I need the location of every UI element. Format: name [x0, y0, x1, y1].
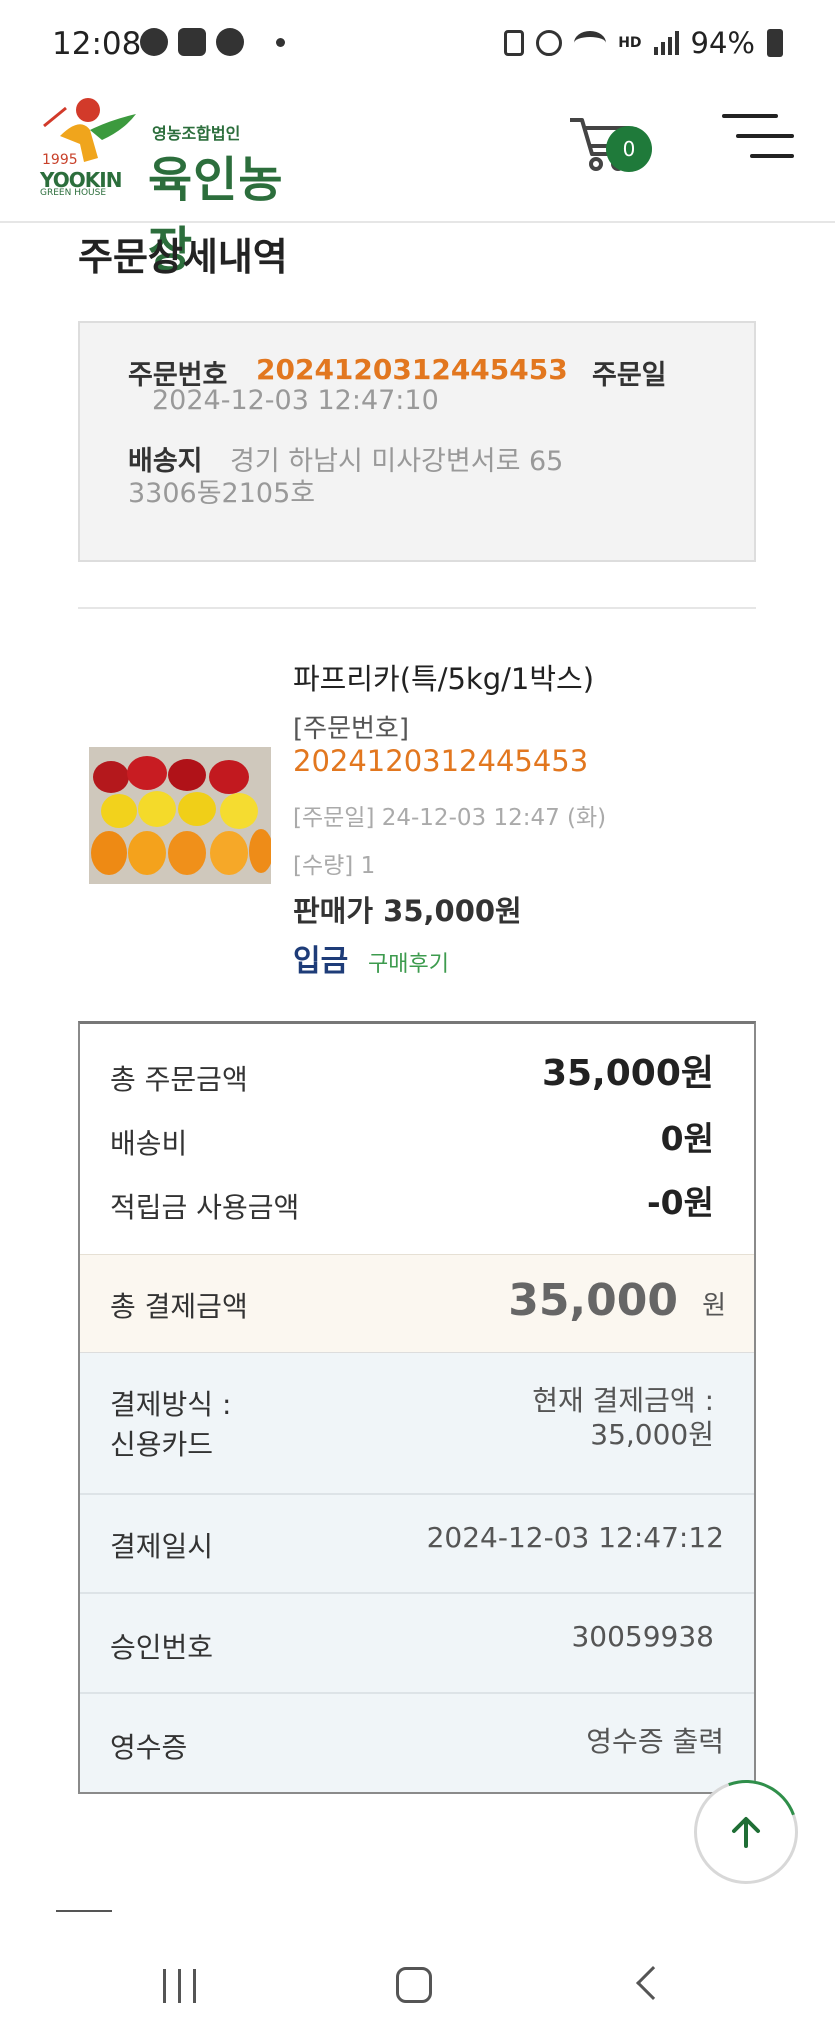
product-price: 판매가 35,000원 — [293, 894, 522, 928]
status-time: 12:08 — [52, 26, 142, 62]
recent-apps-icon[interactable] — [163, 1969, 196, 2003]
total-payment-label: 총 결제금액 — [110, 1290, 248, 1323]
logo-year: 1995 — [42, 152, 78, 168]
android-nav-bar — [0, 1941, 835, 2041]
battery-saver-icon — [504, 30, 525, 56]
menu-line-icon — [750, 154, 794, 158]
site-header: 1995 YOOKIN GREEN HOUSE 영농조합법인 육인농장 0 — [0, 88, 835, 278]
approval-label: 승인번호 — [110, 1631, 214, 1664]
cart-count-badge: 0 — [606, 126, 652, 172]
total-payment-row: 총 결제금액 35,000 원 — [80, 1254, 754, 1353]
arrow-up-icon — [732, 1817, 760, 1848]
paprika-image-icon — [89, 747, 271, 884]
total-order-label: 총 주문금액 — [110, 1063, 248, 1096]
system-icons: HD 94% — [504, 26, 783, 60]
brand-logo[interactable]: 1995 YOOKIN GREEN HOUSE 영농조합법인 육인농장 — [40, 96, 320, 278]
back-icon[interactable] — [636, 1966, 670, 2000]
product-order-date: [주문일] 24-12-03 12:47 (화) — [293, 805, 607, 831]
paid-at-value: 2024-12-03 12:47:12 — [426, 1521, 724, 1554]
gallery-icon — [178, 28, 206, 56]
total-order-value: 35,000원 — [541, 1053, 714, 1094]
product-title[interactable]: 파프리카(특/5kg/1박스) — [293, 656, 594, 698]
battery-percent: 94% — [690, 26, 755, 60]
shipping-fee-value: 0원 — [660, 1119, 714, 1158]
dot-icon — [276, 37, 285, 47]
page-title: 주문상세내역 — [78, 235, 288, 279]
points-used-label: 적립금 사용금액 — [110, 1191, 300, 1224]
approval-value: 30059938 — [571, 1620, 714, 1653]
signal-icon — [653, 31, 679, 55]
order-info-box: 주문번호 2024120312445453 주문일 2024-12-03 12:… — [78, 321, 756, 562]
wifi-icon — [574, 31, 607, 55]
order-date-value: 2024-12-03 12:47:10 — [152, 385, 439, 416]
paid-at-label: 결제일시 — [110, 1530, 214, 1563]
payment-status-badge: 입금 — [293, 944, 349, 979]
menu-line-icon — [736, 134, 794, 138]
cart-button[interactable]: 0 — [566, 108, 656, 188]
footer-divider — [56, 1910, 112, 1912]
hd-voice-icon: HD — [618, 35, 642, 51]
talk-icon — [140, 28, 168, 56]
alarm-icon — [536, 30, 563, 56]
shipping-address-line2: 3306동2105호 — [128, 478, 316, 509]
points-used-value: -0원 — [646, 1183, 714, 1222]
paid-at-row: 결제일시 2024-12-03 12:47:12 — [80, 1495, 754, 1594]
approval-row: 승인번호 30059938 — [80, 1594, 754, 1694]
payment-method-label: 결제방식 : — [110, 1388, 232, 1421]
receipt-row: 영수증 영수증 출력 — [80, 1694, 754, 1792]
scroll-top-button[interactable] — [676, 1762, 816, 1902]
hamburger-menu-button[interactable] — [722, 110, 794, 166]
order-date-label: 주문일 — [592, 360, 667, 391]
write-review-link[interactable]: 구매후기 — [368, 946, 449, 978]
current-payment-value: 35,000원 — [590, 1418, 714, 1451]
receipt-label: 영수증 — [110, 1731, 188, 1764]
order-number-value: 2024120312445453 — [256, 353, 568, 386]
payment-method-row: 결제방식 : 신용카드 현재 결제금액 : 35,000원 — [80, 1353, 754, 1495]
menu-line-icon — [722, 114, 778, 118]
product-order-number-value: 2024120312445453 — [293, 744, 589, 778]
product-image — [89, 747, 271, 884]
home-icon[interactable] — [396, 1967, 432, 2003]
section-divider — [78, 607, 756, 609]
print-receipt-button[interactable]: 영수증 출력 — [586, 1720, 724, 1760]
status-bar: 12:08 HD 94% — [0, 0, 835, 88]
payment-summary: 총 주문금액 35,000원 배송비 0원 적립금 사용금액 -0원 총 결제금… — [78, 1021, 756, 1794]
shipping-fee-label: 배송비 — [110, 1127, 188, 1160]
product-order-number-label: [주문번호] — [293, 714, 409, 744]
logo-english-sub: GREEN HOUSE — [40, 188, 107, 198]
product-quantity: [수량] 1 — [293, 853, 376, 879]
notification-icons — [140, 28, 285, 56]
total-payment-unit: 원 — [702, 1291, 726, 1321]
payment-method-value: 신용카드 — [110, 1428, 214, 1461]
battery-icon — [767, 29, 783, 57]
pill-icon — [216, 28, 244, 56]
total-payment-value: 35,000 — [508, 1275, 678, 1326]
